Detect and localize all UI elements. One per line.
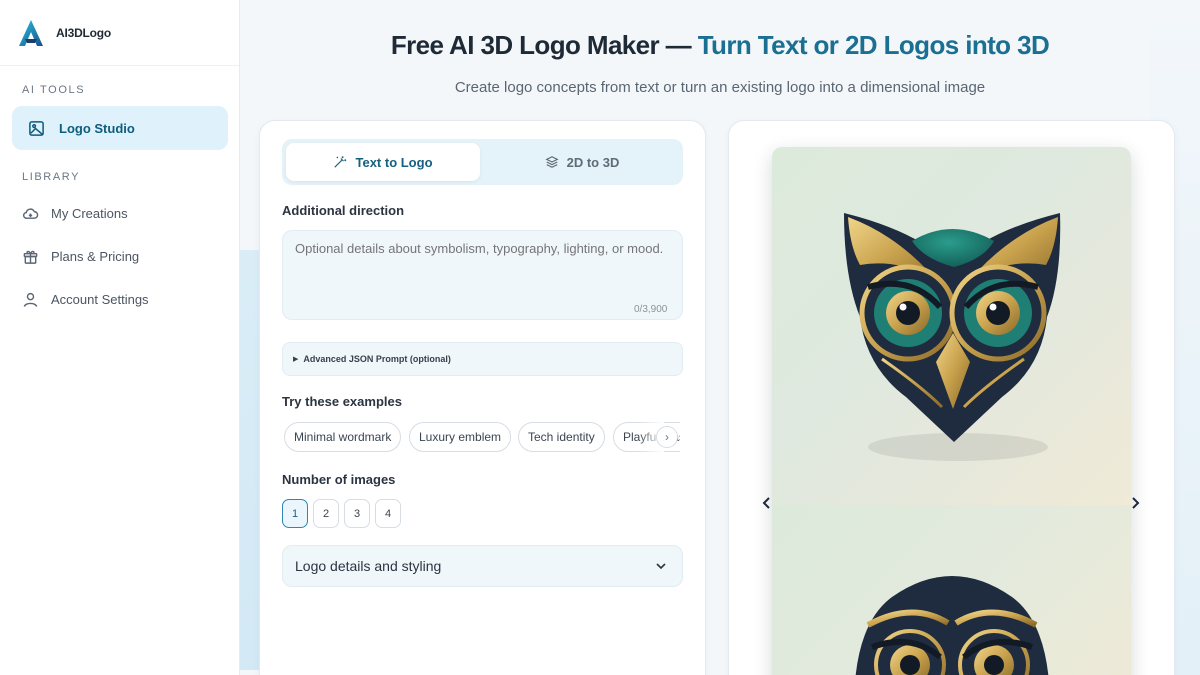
chevron-left-icon[interactable] — [759, 495, 775, 511]
owl-logo-preview-image[interactable] — [772, 147, 1131, 505]
tab-2d-to-3d[interactable]: 2D to 3D — [485, 143, 679, 181]
character-counter: 0/3,900 — [634, 304, 668, 315]
number-of-images-label: Number of images — [282, 472, 396, 487]
example-chip[interactable]: Minimal wordmark — [284, 422, 402, 452]
page-title-part1: Free AI 3D Logo Maker — — [390, 30, 698, 60]
magic-wand-icon — [334, 156, 347, 168]
cloud-icon — [22, 207, 39, 219]
generator-form-card: Text to Logo 2D to 3D Additional directi… — [259, 120, 706, 675]
owl-emblem-navy-gold-image — [855, 571, 1049, 675]
preview-card — [728, 120, 1175, 675]
brand[interactable]: AI3DLogo — [0, 0, 239, 66]
additional-direction-label: Additional direction — [282, 203, 405, 218]
image-count-option[interactable]: 2 — [313, 499, 339, 528]
disclosure-triangle-icon: ▶ — [293, 356, 299, 363]
gift-icon — [23, 250, 38, 264]
owl-emblem-teal-gold-image — [844, 213, 1061, 461]
page-title: Free AI 3D Logo Maker — Turn Text or 2D … — [240, 30, 1200, 61]
examples-chip-row: Minimal wordmark Luxury emblem Tech iden… — [284, 421, 680, 453]
examples-label: Try these examples — [282, 394, 402, 409]
mode-tabs: Text to Logo 2D to 3D — [282, 139, 683, 185]
chevron-right-icon[interactable] — [1127, 495, 1143, 511]
tab-text-to-logo[interactable]: Text to Logo — [286, 143, 480, 181]
logo-details-label: Logo details and styling — [295, 558, 442, 574]
example-chip[interactable]: Tech identity — [518, 422, 605, 452]
page-title-part2: Turn Text or 2D Logos into 3D — [697, 30, 1050, 60]
advanced-json-prompt-label: Advanced JSON Prompt (optional) — [303, 354, 451, 364]
sidebar: AI3DLogo AI TOOLS Logo Studio LIBRARY My… — [0, 0, 240, 675]
sidebar-item-account-settings[interactable]: Account Settings — [12, 279, 228, 319]
sidebar-item-logo-studio[interactable]: Logo Studio — [12, 106, 228, 150]
advanced-json-prompt-toggle[interactable]: ▶ Advanced JSON Prompt (optional) — [282, 342, 683, 376]
image-count-option[interactable]: 1 — [282, 499, 308, 528]
sidebar-item-label: Logo Studio — [59, 120, 135, 136]
chevron-right-icon[interactable]: › — [656, 426, 678, 448]
sidebar-item-plans-pricing[interactable]: Plans & Pricing — [12, 236, 228, 276]
brand-name: AI3DLogo — [56, 25, 112, 40]
image-count-option[interactable]: 3 — [344, 499, 370, 528]
brand-logo-icon — [19, 19, 43, 46]
owl-logo-preview-image[interactable] — [772, 505, 1131, 675]
sidebar-item-label: My Creations — [51, 205, 128, 221]
example-chip[interactable]: Luxury emblem — [409, 422, 512, 452]
user-icon — [23, 292, 38, 307]
tab-label: 2D to 3D — [566, 154, 620, 170]
tab-label: Text to Logo — [355, 154, 433, 170]
additional-direction-input[interactable] — [282, 230, 683, 320]
preview-carousel[interactable] — [772, 147, 1131, 675]
section-label-ai-tools: AI TOOLS — [22, 84, 86, 96]
sidebar-item-label: Account Settings — [51, 291, 149, 307]
main-content: Free AI 3D Logo Maker — Turn Text or 2D … — [240, 0, 1200, 675]
image-icon — [29, 120, 44, 136]
sidebar-item-label: Plans & Pricing — [51, 248, 140, 264]
chevron-down-icon — [656, 563, 666, 570]
image-count-option[interactable]: 4 — [375, 499, 401, 528]
layers-icon — [545, 156, 559, 168]
sidebar-item-my-creations[interactable]: My Creations — [12, 193, 228, 233]
page-subtitle: Create logo concepts from text or turn a… — [454, 79, 986, 96]
section-label-library: LIBRARY — [22, 171, 81, 183]
logo-details-dropdown[interactable]: Logo details and styling — [282, 545, 683, 587]
